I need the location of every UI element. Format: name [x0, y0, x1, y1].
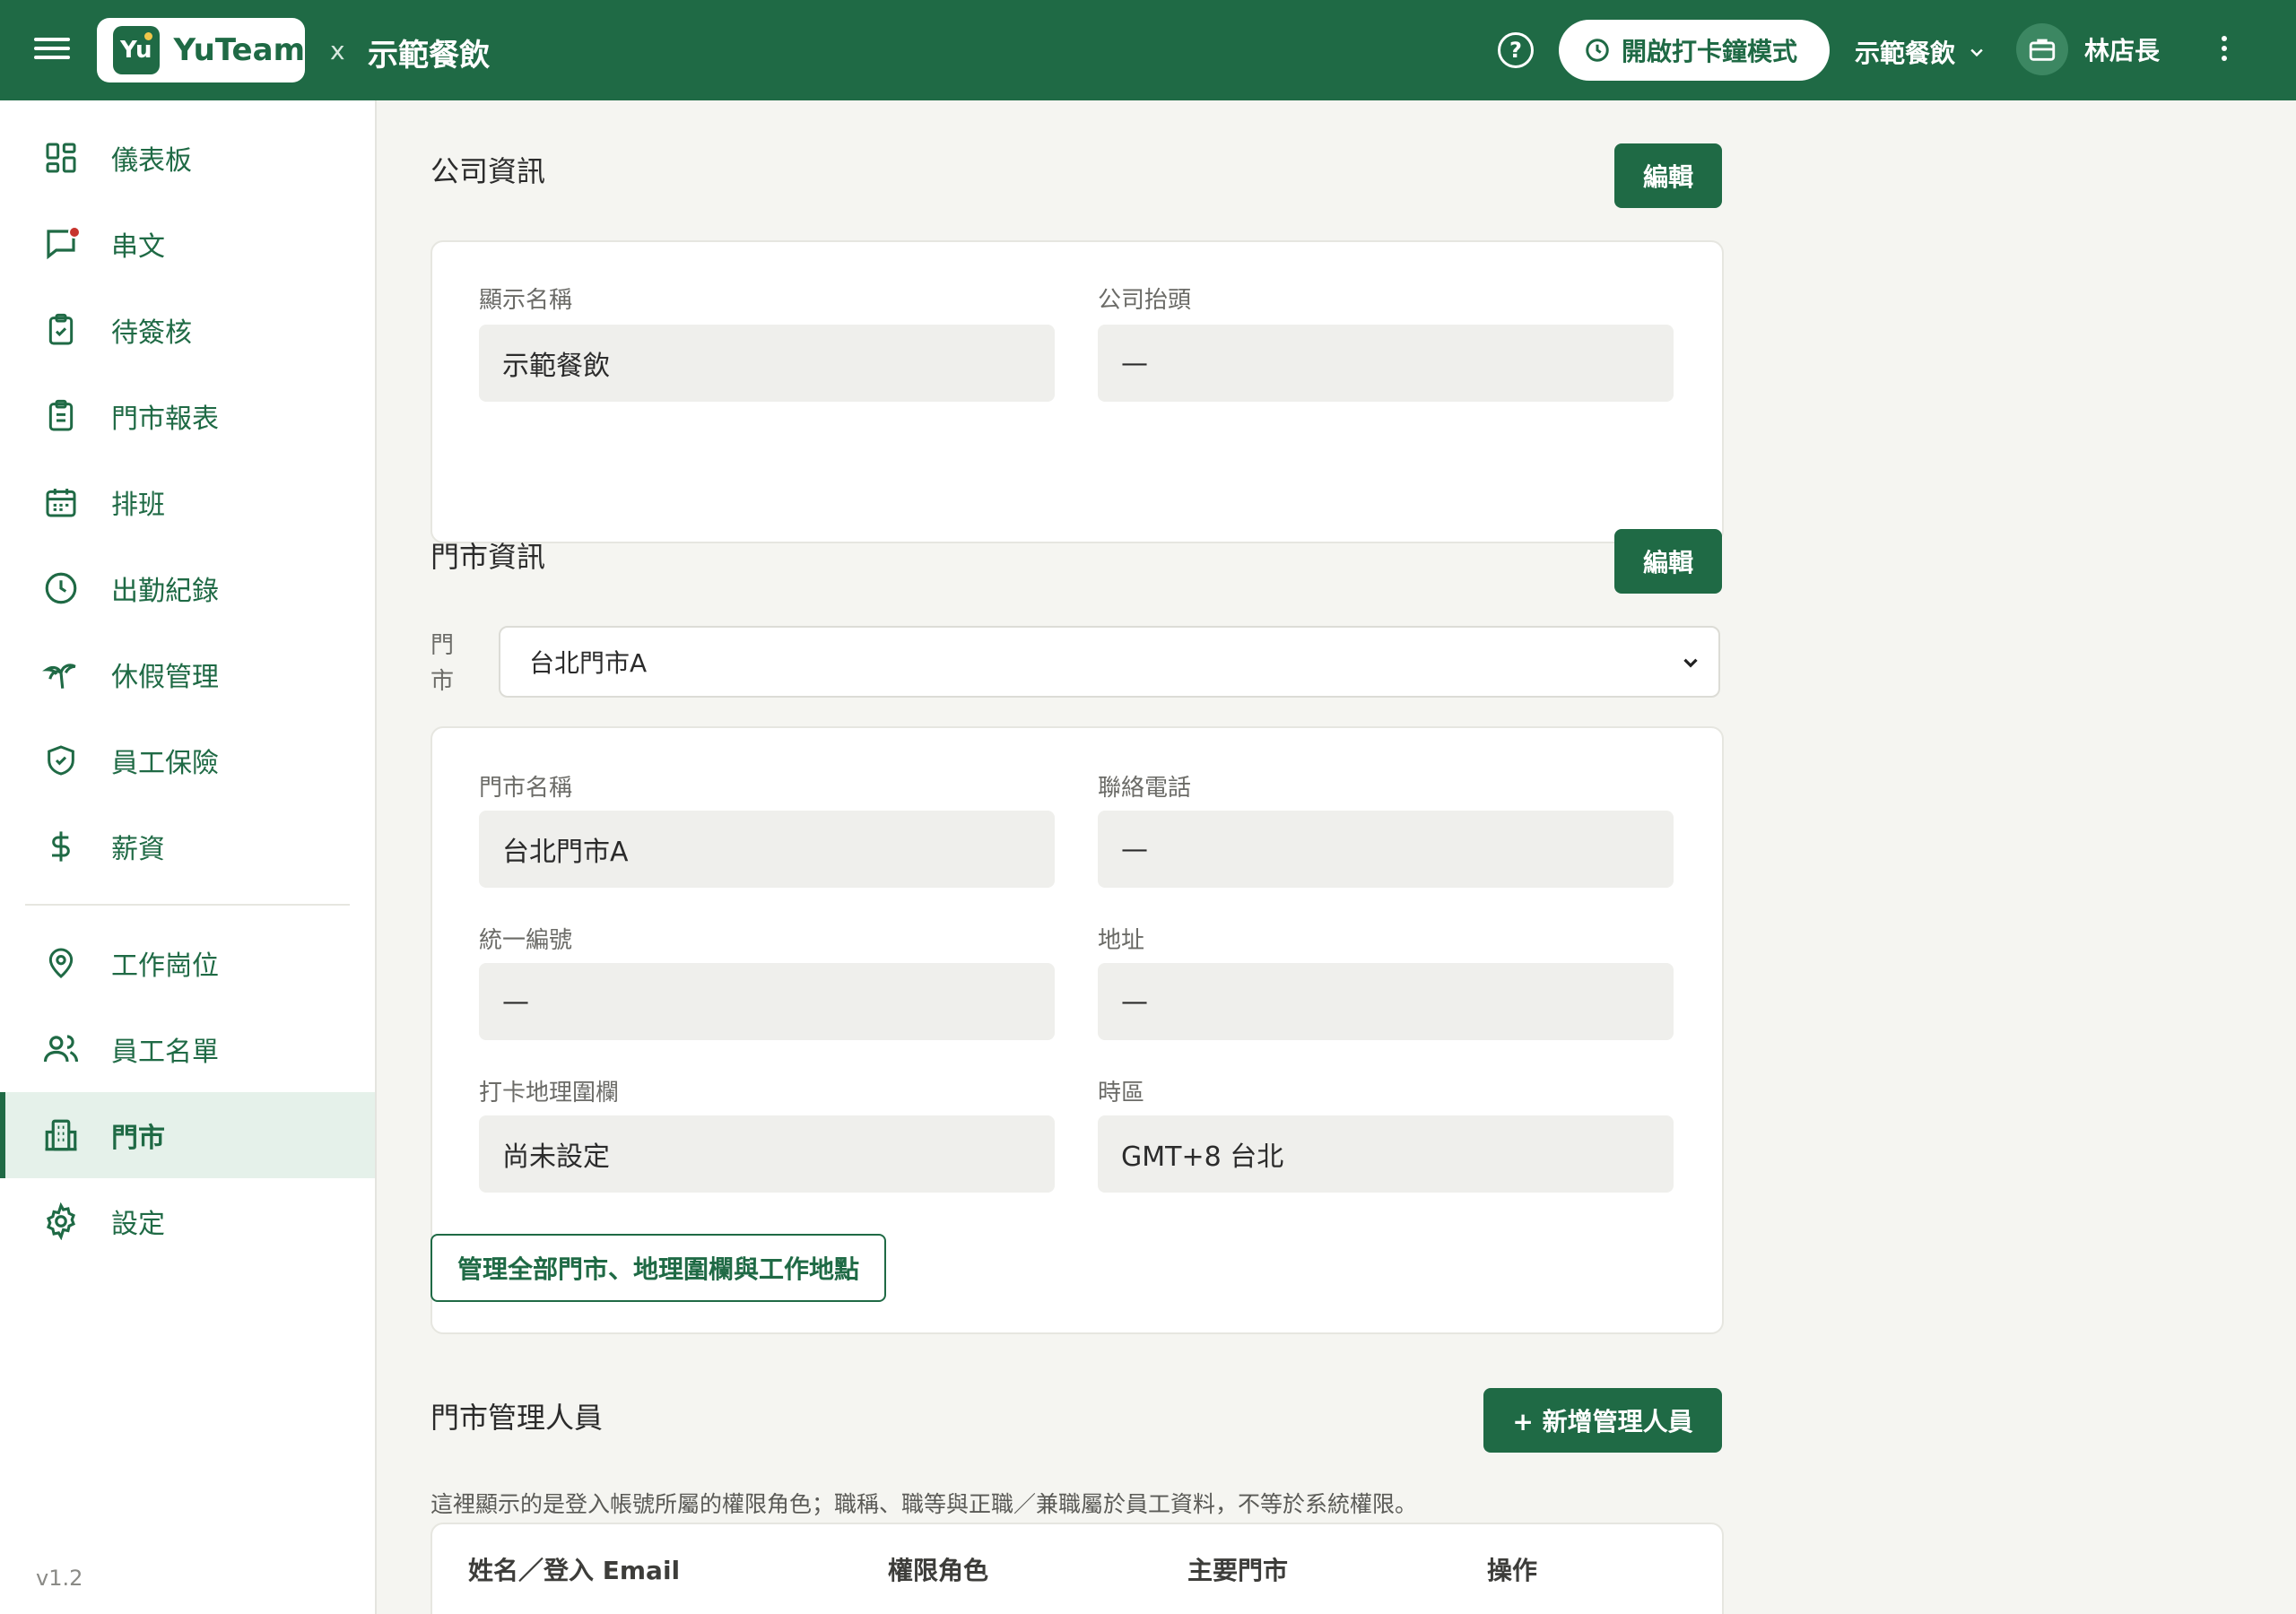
sidebar-item-scheduling[interactable]: 排班 — [0, 459, 375, 545]
sidebar-item-label: 員工名單 — [111, 1037, 219, 1068]
company-name: 示範餐飲 — [368, 38, 490, 74]
clock-mode-label: 開啟打卡鐘模式 — [1622, 37, 1798, 66]
shield-check-icon — [41, 741, 81, 780]
store-switcher[interactable]: 示範餐飲 — [1855, 34, 1986, 70]
column-header-actions: 操作 — [1487, 1556, 1538, 1585]
sidebar-item-store-reports[interactable]: 門市報表 — [0, 373, 375, 459]
store-name-label: 門市名稱 — [479, 775, 573, 802]
sidebar-item-settings[interactable]: 設定 — [0, 1178, 375, 1264]
notification-dot — [68, 226, 81, 239]
managers-helper-text: 這裡顯示的是登入帳號所屬的權限角色；職稱、職等與正職／兼職屬於員工資料，不等於系… — [430, 1491, 1418, 1517]
managers-table: 姓名／登入 Email 權限角色 主要門市 操作 — [430, 1523, 1724, 1614]
sidebar-item-leave[interactable]: 休假管理 — [0, 631, 375, 717]
sidebar-item-attendance[interactable]: 出勤紀錄 — [0, 545, 375, 631]
managers-section-title: 門市管理人員 — [430, 1401, 604, 1435]
store-section-title: 門市資訊 — [430, 540, 546, 574]
building-icon — [41, 1115, 81, 1155]
sidebar-item-label: 員工保險 — [111, 748, 219, 779]
clipboard-list-icon — [41, 396, 81, 436]
manage-all-stores-button[interactable]: 管理全部門市、地理圍欄與工作地點 — [430, 1234, 886, 1302]
sidebar-item-label: 出勤紀錄 — [111, 576, 219, 607]
store-edit-button[interactable]: 編輯 — [1614, 529, 1722, 594]
sidebar-item-label: 門市報表 — [111, 404, 219, 435]
chevron-down-icon — [1970, 48, 1983, 57]
address-field: — — [1098, 963, 1674, 1040]
store-select[interactable]: 台北門市A — [499, 626, 1720, 698]
help-icon[interactable]: ? — [1498, 32, 1534, 68]
sidebar-item-label: 排班 — [111, 490, 165, 521]
column-header-name: 姓名／登入 Email — [468, 1556, 681, 1585]
sidebar-item-label: 工作崗位 — [111, 950, 219, 982]
brand-mark: Yu — [113, 26, 160, 74]
chevron-down-icon — [1683, 658, 1698, 668]
user-menu[interactable]: 林店長 — [2016, 23, 2160, 75]
more-options-icon[interactable] — [2217, 36, 2231, 65]
app-version: v1.2 — [36, 1566, 83, 1591]
tax-id-field: — — [479, 963, 1055, 1040]
company-edit-button[interactable]: 編輯 — [1614, 143, 1722, 208]
tax-id-label: 統一編號 — [479, 927, 573, 954]
address-label: 地址 — [1098, 927, 1145, 954]
display-name-label: 顯示名稱 — [479, 287, 573, 314]
sidebar-item-threads[interactable]: 串文 — [0, 201, 375, 287]
store-name-field: 台北門市A — [479, 811, 1055, 888]
brand-separator: x — [330, 36, 345, 65]
user-name: 林店長 — [2084, 36, 2161, 65]
users-icon — [41, 1029, 81, 1069]
map-pin-icon — [41, 943, 81, 983]
brand-logo[interactable]: Yu YuTeam — [97, 18, 305, 82]
sidebar-divider — [25, 904, 350, 906]
geofence-field: 尚未設定 — [479, 1115, 1055, 1193]
menu-icon[interactable] — [34, 32, 70, 68]
main-content: 公司資訊 編輯 顯示名稱 示範餐飲 公司抬頭 — 門市資訊 編輯 門市 台北門市… — [377, 100, 2296, 1614]
briefcase-icon — [2016, 23, 2068, 75]
sidebar-item-label: 門市 — [111, 1123, 165, 1154]
clock-icon — [41, 568, 81, 608]
column-header-primary-store: 主要門市 — [1187, 1556, 1289, 1585]
sidebar-item-employees[interactable]: 員工名單 — [0, 1006, 375, 1092]
display-name-field: 示範餐飲 — [479, 325, 1055, 402]
sidebar-item-label: 待簽核 — [111, 317, 192, 349]
store-select-label: 門市 — [430, 632, 455, 695]
dollar-icon — [41, 827, 81, 866]
store-select-value: 台北門市A — [529, 648, 648, 678]
clock-mode-button[interactable]: 開啟打卡鐘模式 — [1559, 20, 1830, 81]
sidebar-item-stores[interactable]: 門市 — [0, 1092, 375, 1178]
clipboard-check-icon — [41, 310, 81, 350]
company-info-card: 顯示名稱 示範餐飲 公司抬頭 — — [430, 240, 1724, 543]
dashboard-icon — [41, 138, 81, 178]
brand-name: YuTeam — [173, 32, 305, 68]
chat-icon — [41, 224, 81, 264]
phone-label: 聯絡電話 — [1098, 775, 1192, 802]
palm-tree-icon — [41, 655, 81, 694]
sidebar-item-label: 設定 — [111, 1209, 165, 1240]
store-switcher-label: 示範餐飲 — [1855, 39, 1956, 68]
calendar-icon — [41, 482, 81, 522]
sidebar-item-work-positions[interactable]: 工作崗位 — [0, 920, 375, 1006]
sidebar-item-label: 儀表板 — [111, 145, 192, 177]
gear-icon — [41, 1202, 81, 1241]
invoice-title-label: 公司抬頭 — [1098, 287, 1192, 314]
sidebar-item-payroll[interactable]: 薪資 — [0, 803, 375, 889]
clock-icon — [1586, 39, 1609, 62]
top-bar: Yu YuTeam x 示範餐飲 ? 開啟打卡鐘模式 示範餐飲 林店長 — [0, 0, 2296, 100]
timezone-field: GMT+8 台北 — [1098, 1115, 1674, 1193]
sidebar-item-approvals[interactable]: 待簽核 — [0, 287, 375, 373]
invoice-title-field: — — [1098, 325, 1674, 402]
add-manager-button[interactable]: + 新增管理人員 — [1483, 1388, 1722, 1453]
sidebar-item-dashboard[interactable]: 儀表板 — [0, 115, 375, 201]
phone-field: — — [1098, 811, 1674, 888]
sidebar: 儀表板 串文 待簽核 門市報表 排班 出勤紀錄 休假管理 員工保險 薪資 工作崗… — [0, 100, 377, 1614]
geofence-label: 打卡地理圍欄 — [479, 1080, 620, 1106]
company-section-title: 公司資訊 — [430, 154, 546, 188]
sidebar-item-insurance[interactable]: 員工保險 — [0, 717, 375, 803]
sidebar-item-label: 休假管理 — [111, 662, 219, 693]
timezone-label: 時區 — [1098, 1080, 1145, 1106]
sidebar-item-label: 薪資 — [111, 834, 165, 865]
sidebar-item-label: 串文 — [111, 231, 165, 263]
column-header-role: 權限角色 — [888, 1556, 989, 1585]
